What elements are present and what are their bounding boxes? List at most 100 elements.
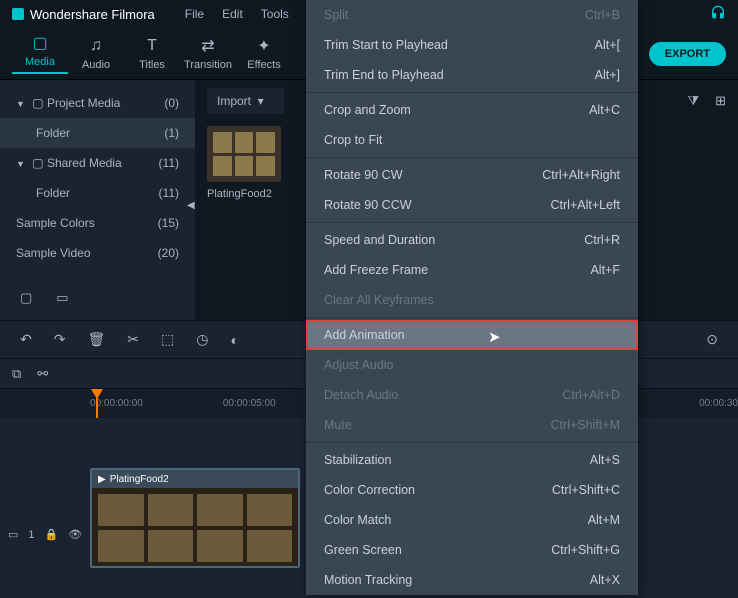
menu-item-shortcut: Ctrl+Alt+D	[562, 388, 620, 402]
menu-item-label: Adjust Audio	[324, 358, 394, 372]
track-number: 1	[28, 529, 34, 541]
timeline-options-icon[interactable]: ⊙	[706, 331, 718, 348]
thumb-label: PlatingFood2	[207, 188, 281, 200]
menu-tools[interactable]: Tools	[261, 7, 289, 21]
filter-icon[interactable]: ⧩	[687, 93, 699, 109]
tab-transition[interactable]: ⇄ Transition	[180, 37, 236, 71]
menu-file[interactable]: File	[185, 7, 204, 21]
speed-icon[interactable]: ◷	[196, 331, 208, 348]
sidebar-folder-1[interactable]: Folder (1)	[0, 118, 195, 148]
menu-item-shortcut: Alt+S	[590, 453, 620, 467]
menu-item-label: Mute	[324, 418, 352, 432]
menu-item-shortcut: Alt+F	[590, 263, 620, 277]
color-icon[interactable]: ◐	[230, 332, 238, 348]
menu-item-shortcut: Alt+[	[595, 38, 620, 52]
menu-item-shortcut: Ctrl+R	[584, 233, 620, 247]
menu-item-mute: Mute Ctrl+Shift+M	[306, 410, 638, 440]
menu-item-label: Clear All Keyframes	[324, 293, 434, 307]
import-dropdown[interactable]: Import ▾	[207, 88, 284, 114]
menu-item-label: Add Freeze Frame	[324, 263, 428, 277]
tab-titles[interactable]: T Titles	[124, 37, 180, 71]
sidebar-sample-video[interactable]: Sample Video (20)	[0, 238, 195, 268]
menu-item-detach-audio: Detach Audio Ctrl+Alt+D	[306, 380, 638, 410]
app-logo: Wondershare Filmora	[12, 7, 155, 22]
menu-item-adjust-audio: Adjust Audio	[306, 350, 638, 380]
menu-item-shortcut: Ctrl+Alt+Left	[551, 198, 620, 212]
folder-icon: ▢	[32, 34, 47, 52]
menu-item-color-match[interactable]: Color MatchAlt+M	[306, 505, 638, 535]
menu-separator	[306, 157, 638, 158]
menu-item-label: Stabilization	[324, 453, 391, 467]
sidebar-actions: ▢ ▭	[20, 290, 69, 306]
menu-item-label: Crop to Fit	[324, 133, 382, 147]
media-thumb[interactable]: PlatingFood2	[207, 126, 281, 200]
menu-item-stabilization[interactable]: Stabilization Alt+S	[306, 445, 638, 475]
support-icon[interactable]	[710, 5, 726, 24]
menu-item-shortcut: Ctrl+Shift+M	[551, 418, 620, 432]
caret-icon: ▼	[16, 99, 25, 109]
menu-item-trim-end-to-playhead[interactable]: Trim End to Playhead Alt+]	[306, 60, 638, 90]
menu-item-split: SplitCtrl+B	[306, 0, 638, 30]
menu-item-green-screen[interactable]: Green ScreenCtrl+Shift+G	[306, 535, 638, 565]
menu-item-trim-start-to-playhead[interactable]: Trim Start to Playhead Alt+[	[306, 30, 638, 60]
menubar: File Edit Tools Vi	[185, 7, 318, 21]
track-controls: ▭ 1 🔒 👁	[8, 528, 82, 541]
app-title: Wondershare Filmora	[30, 7, 155, 22]
caret-icon: ▼	[16, 159, 25, 169]
clip-header: ▶ PlatingFood2	[92, 470, 298, 488]
logo-icon	[12, 8, 24, 20]
cut-icon[interactable]: ✂	[127, 331, 139, 348]
menu-edit[interactable]: Edit	[222, 7, 243, 21]
thumbnail-image	[207, 126, 281, 182]
collapse-arrow-icon[interactable]: ◀	[187, 200, 195, 211]
transition-icon: ⇄	[201, 37, 214, 55]
panel-view-icons: ⧩ ⊞	[687, 93, 726, 109]
menu-item-rotate-90-cw[interactable]: Rotate 90 CWCtrl+Alt+Right	[306, 160, 638, 190]
menu-item-add-freeze-frame[interactable]: Add Freeze Frame Alt+F	[306, 255, 638, 285]
layers-icon[interactable]: ⧉	[12, 366, 21, 382]
tab-media[interactable]: ▢ Media	[12, 34, 68, 74]
visibility-icon[interactable]: 👁	[68, 528, 82, 541]
menu-item-label: Detach Audio	[324, 388, 398, 402]
sidebar-project-media[interactable]: ▼ ▢ Project Media (0)	[0, 88, 195, 118]
delete-icon[interactable]: 🗑	[87, 331, 105, 348]
menu-item-label: Split	[324, 8, 348, 22]
effects-icon: ✦	[257, 37, 270, 55]
context-menu: SplitCtrl+BTrim Start to PlayheadAlt+[Tr…	[306, 0, 638, 595]
menu-item-crop-and-zoom[interactable]: Crop and Zoom Alt+C	[306, 95, 638, 125]
redo-icon[interactable]: ↷	[54, 331, 66, 348]
new-folder-icon[interactable]: ▢	[20, 290, 32, 306]
menu-item-label: Trim Start to Playhead	[324, 38, 448, 52]
menu-item-shortcut: Alt+X	[590, 573, 620, 587]
menu-item-shortcut: Ctrl+Shift+G	[551, 543, 620, 557]
undo-icon[interactable]: ↶	[20, 331, 32, 348]
tab-audio[interactable]: ♫ Audio	[68, 37, 124, 71]
menu-item-label: Add Animation	[324, 328, 405, 342]
folder-icon[interactable]: ▭	[56, 290, 68, 306]
music-icon: ♫	[90, 37, 102, 55]
media-sidebar: ▼ ▢ Project Media (0) Folder (1) ▼ ▢ Sha…	[0, 80, 195, 320]
sidebar-sample-colors[interactable]: Sample Colors (15)	[0, 208, 195, 238]
menu-item-speed-and-duration[interactable]: Speed and DurationCtrl+R	[306, 225, 638, 255]
tab-effects[interactable]: ✦ Effects	[236, 37, 292, 71]
menu-item-label: Motion Tracking	[324, 573, 412, 587]
menu-item-label: Rotate 90 CCW	[324, 198, 412, 212]
grid-icon[interactable]: ⊞	[715, 93, 726, 109]
menu-item-motion-tracking[interactable]: Motion Tracking Alt+X	[306, 565, 638, 595]
lock-icon[interactable]: 🔒	[45, 528, 59, 541]
menu-item-shortcut: Alt+C	[589, 103, 620, 117]
crop-icon[interactable]: ⬚	[161, 331, 174, 348]
sidebar-folder-2[interactable]: Folder (11)	[0, 178, 195, 208]
menu-item-label: Trim End to Playhead	[324, 68, 444, 82]
timeline-clip[interactable]: ▶ PlatingFood2	[90, 468, 300, 568]
menu-item-rotate-90-ccw[interactable]: Rotate 90 CCW Ctrl+Alt+Left	[306, 190, 638, 220]
menu-item-label: Crop and Zoom	[324, 103, 411, 117]
track-video-icon[interactable]: ▭	[8, 528, 18, 541]
sidebar-shared-media[interactable]: ▼ ▢ Shared Media (11)	[0, 148, 195, 178]
export-button[interactable]: EXPORT	[649, 42, 726, 66]
menu-item-crop-to-fit[interactable]: Crop to Fit	[306, 125, 638, 155]
menu-item-shortcut: Alt+]	[595, 68, 620, 82]
menu-item-color-correction[interactable]: Color CorrectionCtrl+Shift+C	[306, 475, 638, 505]
menu-item-add-animation[interactable]: Add Animation	[306, 320, 638, 350]
link-icon[interactable]: ⚯	[37, 366, 48, 382]
